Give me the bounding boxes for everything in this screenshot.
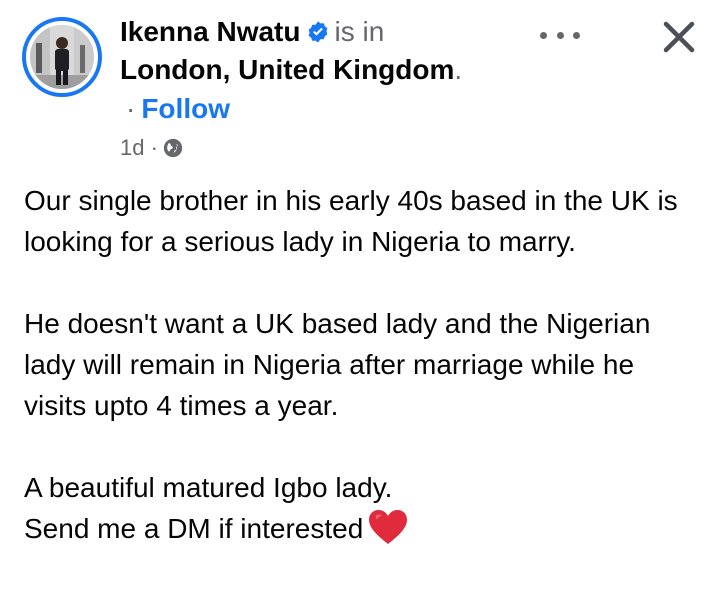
checkin-location[interactable]: London, United Kingdom <box>120 54 454 85</box>
meta-separator: · <box>150 135 158 160</box>
post-meta: 1d · <box>120 134 184 162</box>
more-horizontal-icon-dot <box>556 31 564 39</box>
checkin-prefix: is in <box>334 16 385 47</box>
more-options-button[interactable] <box>540 22 580 48</box>
post-timestamp[interactable]: 1d <box>120 135 144 160</box>
red-heart-icon <box>367 508 409 546</box>
post-header: Ikenna Nwatu is in London, United Kingdom… <box>120 12 520 128</box>
checkin-suffix: . <box>454 54 463 85</box>
post-paragraph-3-line-1: A beautiful matured Igbo lady. <box>24 472 393 503</box>
more-horizontal-icon-dot <box>540 31 547 39</box>
author-line: Ikenna Nwatu is in <box>120 12 520 52</box>
follow-separator: · <box>126 93 136 124</box>
post-paragraph-2: He doesn't want a UK based lady and the … <box>24 308 651 421</box>
profile-photo <box>30 25 94 89</box>
close-button[interactable] <box>658 16 700 58</box>
avatar[interactable] <box>22 17 102 97</box>
close-icon <box>663 21 695 53</box>
globe-icon[interactable] <box>162 137 184 159</box>
post-paragraph-1: Our single brother in his early 40s base… <box>24 185 678 257</box>
post-body: Our single brother in his early 40s base… <box>24 180 704 549</box>
follow-button[interactable]: Follow <box>141 93 230 124</box>
more-horizontal-icon-dot <box>573 31 580 39</box>
post-card: Ikenna Nwatu is in London, United Kingdom… <box>0 0 720 615</box>
location-line: London, United Kingdom. <box>120 52 520 88</box>
post-paragraph-3: A beautiful matured Igbo lady. Send me a… <box>24 467 704 549</box>
post-paragraph-3-line-2: Send me a DM if interested <box>24 513 364 544</box>
author-name[interactable]: Ikenna Nwatu <box>120 16 300 47</box>
verified-badge-icon <box>306 20 330 44</box>
follow-line: · Follow <box>120 90 520 128</box>
